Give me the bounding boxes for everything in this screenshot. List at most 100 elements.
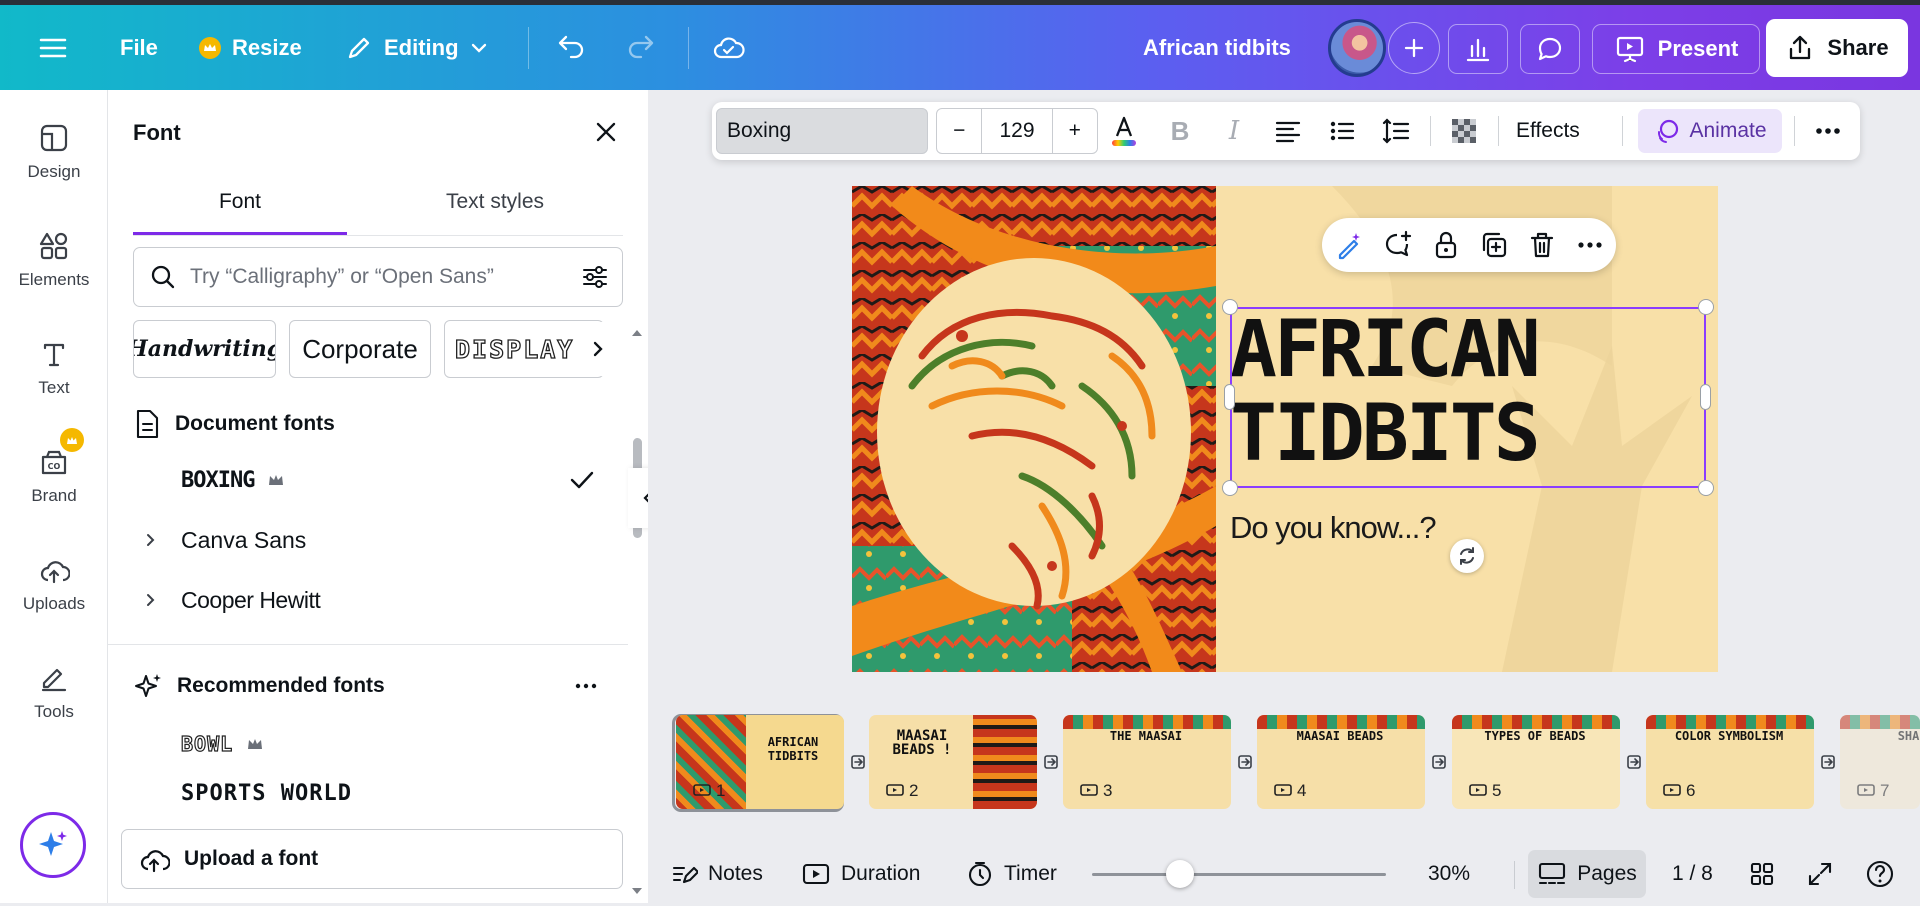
- transition-button[interactable]: [1235, 748, 1257, 776]
- transition-button[interactable]: [1041, 748, 1063, 776]
- font-size-input[interactable]: 129: [981, 109, 1053, 153]
- undo-button[interactable]: [554, 5, 588, 90]
- brand-icon: CO: [41, 450, 67, 475]
- add-comment-button[interactable]: [1382, 229, 1414, 261]
- chip-corporate[interactable]: Corporate: [289, 320, 431, 378]
- effects-button[interactable]: Effects: [1516, 112, 1580, 150]
- scroll-down-icon[interactable]: [629, 886, 645, 898]
- grid-view-button[interactable]: [1748, 845, 1776, 903]
- increase-size-button[interactable]: +: [1053, 119, 1097, 143]
- font-item-bowl[interactable]: BOWL: [108, 715, 628, 773]
- zoom-slider-thumb[interactable]: [1166, 860, 1195, 888]
- resize-handle-right[interactable]: [1700, 384, 1711, 410]
- resize-handle-bottom-left[interactable]: [1222, 480, 1238, 496]
- scroll-up-icon[interactable]: [629, 326, 645, 338]
- italic-button[interactable]: I: [1218, 115, 1250, 147]
- timer-button[interactable]: Timer: [966, 845, 1057, 903]
- duration-button[interactable]: Duration: [801, 845, 920, 903]
- chip-handwriting[interactable]: Handwriting: [133, 320, 276, 378]
- animate-button[interactable]: Animate: [1638, 109, 1782, 153]
- tab-font[interactable]: Font: [133, 190, 347, 235]
- page-thumbnail[interactable]: MAASAI BEADS 4: [1257, 715, 1425, 809]
- chevron-right-icon[interactable]: [143, 592, 159, 608]
- rail-item-tools[interactable]: Tools: [0, 662, 108, 752]
- share-button[interactable]: Share: [1766, 19, 1908, 77]
- fullscreen-button[interactable]: [1806, 845, 1834, 903]
- rotate-handle[interactable]: [1450, 539, 1484, 573]
- magic-edit-button[interactable]: [1334, 229, 1366, 261]
- font-item-canva-sans[interactable]: Canva Sans: [108, 511, 628, 569]
- font-search-field[interactable]: Try “Calligraphy” or “Open Sans”: [133, 247, 623, 307]
- resize-handle-top-right[interactable]: [1698, 299, 1714, 315]
- add-collaborator-button[interactable]: [1388, 21, 1440, 74]
- page-thumbnail[interactable]: SHAPE S 7: [1840, 715, 1920, 809]
- list-button[interactable]: [1326, 115, 1358, 147]
- notes-button[interactable]: Notes: [670, 845, 763, 903]
- transition-button[interactable]: [1624, 748, 1646, 776]
- rail-item-text[interactable]: Text: [0, 338, 108, 428]
- font-list-scrollbar[interactable]: [629, 326, 645, 906]
- chips-scroll-right-button[interactable]: [578, 322, 618, 376]
- text-color-button[interactable]: [1108, 115, 1140, 147]
- avatar[interactable]: [1328, 18, 1386, 77]
- transparency-button[interactable]: [1448, 115, 1480, 147]
- font-family-dropdown[interactable]: Boxing: [716, 108, 928, 154]
- pages-button[interactable]: Pages: [1528, 850, 1646, 898]
- resize-handle-top-left[interactable]: [1222, 299, 1238, 315]
- more-options-icon[interactable]: [573, 673, 599, 699]
- insights-button[interactable]: [1448, 24, 1508, 74]
- magic-assistant-button[interactable]: [20, 812, 86, 878]
- page-thumbnail[interactable]: AFRICAN TIDBITS 1: [676, 715, 844, 809]
- document-title[interactable]: African tidbits: [1143, 5, 1291, 90]
- align-button[interactable]: [1272, 115, 1304, 147]
- text-selection-box[interactable]: [1230, 307, 1706, 488]
- font-panel: Font Font Text styles Try “Calligraphy” …: [108, 90, 668, 906]
- document-fonts-header: Document fonts: [133, 395, 653, 453]
- delete-button[interactable]: [1526, 229, 1558, 261]
- decrease-size-button[interactable]: −: [937, 119, 981, 143]
- lock-button[interactable]: [1430, 229, 1462, 261]
- file-menu-button[interactable]: File: [108, 23, 170, 73]
- comments-button[interactable]: [1520, 24, 1580, 74]
- font-item-sports-world[interactable]: SPORTS WORLD: [108, 773, 628, 813]
- upload-font-button[interactable]: Upload a font: [121, 829, 623, 889]
- page-thumbnail[interactable]: THE MAASAI 3: [1063, 715, 1231, 809]
- resize-handle-bottom-right[interactable]: [1698, 480, 1714, 496]
- close-panel-button[interactable]: [590, 116, 622, 148]
- spacing-button[interactable]: [1380, 115, 1412, 147]
- transition-button[interactable]: [1429, 748, 1451, 776]
- resize-button[interactable]: Resize: [186, 23, 314, 73]
- more-element-options-button[interactable]: [1574, 229, 1606, 261]
- duplicate-button[interactable]: [1478, 229, 1510, 261]
- present-button[interactable]: Present: [1592, 24, 1760, 74]
- filter-icon[interactable]: [580, 262, 610, 292]
- page-number: 3: [1103, 781, 1113, 800]
- slide-subtitle[interactable]: Do you know...?: [1230, 510, 1437, 546]
- zoom-value[interactable]: 30%: [1428, 845, 1470, 903]
- resize-handle-left[interactable]: [1224, 384, 1235, 410]
- chevron-down-icon: [471, 43, 486, 53]
- menu-button[interactable]: [36, 5, 70, 90]
- rail-item-uploads[interactable]: Uploads: [0, 554, 108, 644]
- page-thumbnail[interactable]: TYPES OF BEADS 5: [1452, 715, 1620, 809]
- cloud-save-button[interactable]: [712, 5, 746, 90]
- transition-icon: [1044, 755, 1058, 769]
- transition-button[interactable]: [848, 748, 870, 776]
- rail-item-brand[interactable]: CO Brand: [0, 428, 108, 536]
- chevron-right-icon[interactable]: [143, 532, 159, 548]
- page-thumbnail[interactable]: COLOR SYMBOLISM 6: [1646, 715, 1814, 809]
- page-number: 6: [1686, 781, 1696, 800]
- font-item-boxing[interactable]: BOXING: [108, 451, 628, 509]
- page-thumbnail[interactable]: MAASAI BEADS ! 2: [869, 715, 1037, 809]
- tab-text-styles[interactable]: Text styles: [370, 190, 620, 235]
- font-item-cooper-hewitt[interactable]: Cooper Hewitt: [108, 571, 628, 629]
- transition-button[interactable]: [1818, 748, 1840, 776]
- editing-mode-button[interactable]: Editing: [332, 23, 501, 73]
- rail-item-elements[interactable]: Elements: [0, 230, 108, 320]
- zoom-slider[interactable]: [1092, 860, 1386, 888]
- rail-item-design[interactable]: Design: [0, 122, 108, 212]
- more-toolbar-button[interactable]: [1812, 115, 1844, 147]
- redo-button[interactable]: [624, 5, 658, 90]
- help-button[interactable]: [1864, 845, 1896, 903]
- bold-button[interactable]: B: [1164, 115, 1196, 147]
